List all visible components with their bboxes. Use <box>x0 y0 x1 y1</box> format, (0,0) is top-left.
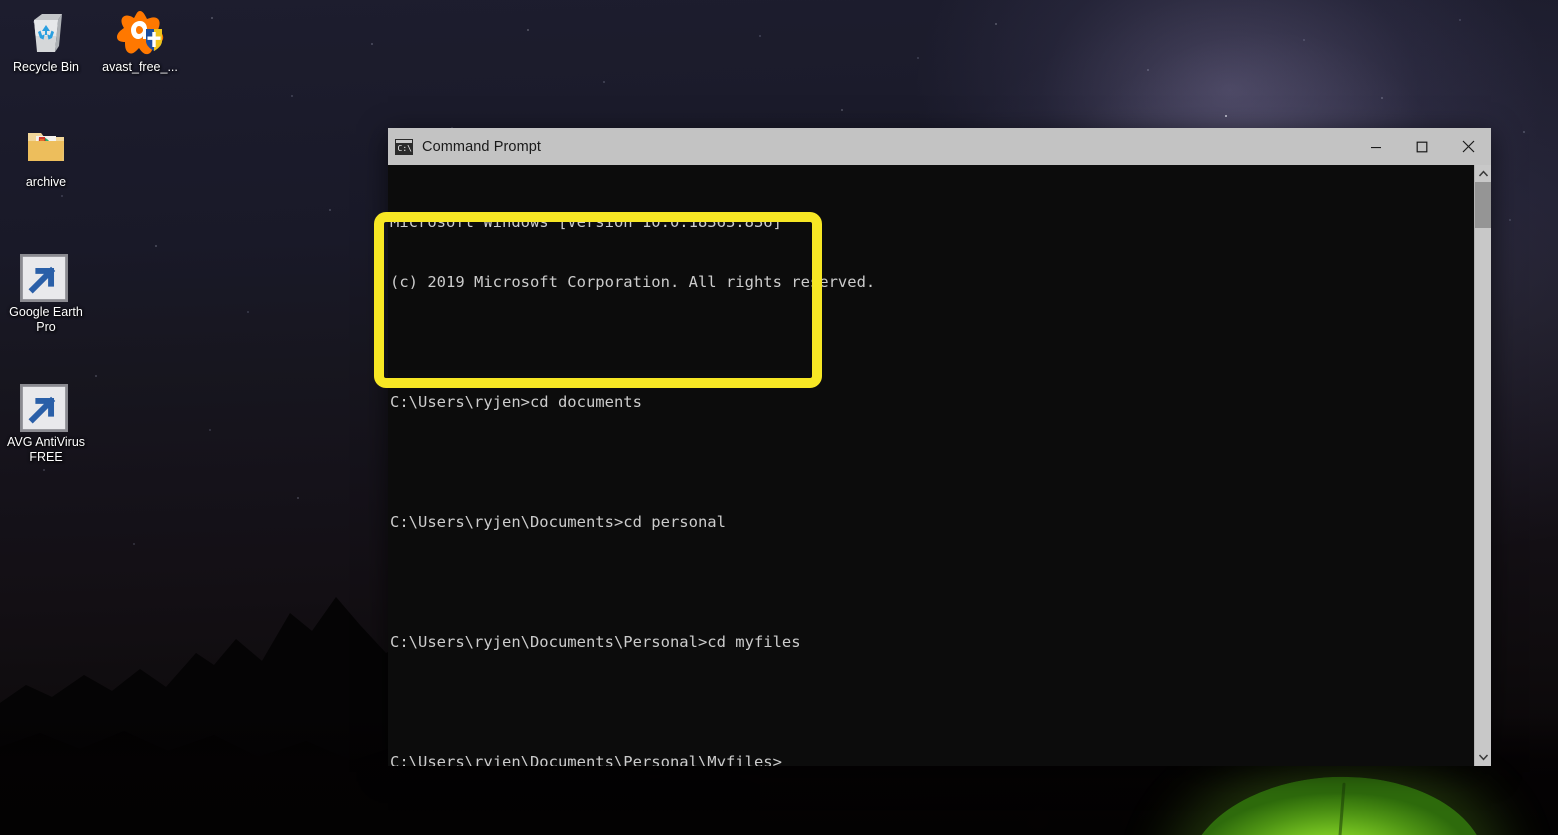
folder-archive-icon <box>22 123 70 171</box>
desktop-icon-archive[interactable]: archive <box>0 123 92 190</box>
console-line: (c) 2019 Microsoft Corporation. All righ… <box>390 273 876 291</box>
console-output[interactable]: Microsoft Windows [Version 10.0.18363.83… <box>388 165 1474 766</box>
scrollbar-up-button[interactable] <box>1475 165 1491 182</box>
desktop-icon-recycle-bin[interactable]: Recycle Bin <box>0 8 92 75</box>
svg-text:C:\: C:\ <box>398 144 413 153</box>
maximize-icon <box>1416 141 1428 152</box>
console-line-prompt: C:\Users\ryjen\Documents\Personal\Myfile… <box>390 753 782 766</box>
minimize-button[interactable] <box>1353 128 1399 165</box>
recycle-bin-icon <box>22 8 70 56</box>
desktop-icon-label: Recycle Bin <box>13 60 79 74</box>
close-button[interactable] <box>1445 128 1491 165</box>
desktop-icon-label: Google Earth Pro <box>9 305 83 334</box>
avast-icon <box>116 8 164 56</box>
desktop-icon-google-earth-pro[interactable]: Pro Google Earth Pro <box>0 253 92 335</box>
desktop-icon-label: AVG AntiVirus FREE <box>6 435 86 464</box>
window-title: Command Prompt <box>422 138 542 155</box>
google-earth-icon: Pro <box>20 253 70 302</box>
chevron-down-icon <box>1478 754 1488 761</box>
command-prompt-window[interactable]: C:\ Command Prompt Microsoft Windows [Ve… <box>388 128 1491 766</box>
scrollbar-thumb[interactable] <box>1475 182 1491 228</box>
console-line-command-2: C:\Users\ryjen\Documents>cd personal <box>390 513 726 531</box>
desktop-icon-avg-antivirus[interactable]: AVG AntiVirus FREE <box>0 383 92 465</box>
console-line-command-1: C:\Users\ryjen>cd documents <box>390 393 642 411</box>
scrollbar-down-button[interactable] <box>1475 749 1491 766</box>
window-titlebar[interactable]: C:\ Command Prompt <box>388 128 1491 165</box>
maximize-button[interactable] <box>1399 128 1445 165</box>
console-area[interactable]: Microsoft Windows [Version 10.0.18363.83… <box>388 165 1491 766</box>
desktop-icon-label: archive <box>25 175 67 189</box>
shortcut-arrow-icon <box>20 254 68 302</box>
close-icon <box>1462 140 1474 153</box>
minimize-icon <box>1371 146 1381 148</box>
console-scrollbar[interactable] <box>1474 165 1491 766</box>
scrollbar-track[interactable] <box>1475 182 1491 749</box>
desktop-icon-label: avast_free_... <box>102 60 178 74</box>
desktop[interactable]: Recycle Bin avast_free_... archive Googl… <box>0 0 1558 835</box>
console-icon: C:\ <box>395 138 413 155</box>
console-line: Microsoft Windows [Version 10.0.18363.83… <box>390 213 782 231</box>
window-controls <box>1353 128 1491 165</box>
console-line-command-3: C:\Users\ryjen\Documents\Personal>cd myf… <box>390 633 801 651</box>
desktop-icon-avast-free[interactable]: avast_free_... <box>94 8 186 75</box>
avg-icon <box>20 383 70 432</box>
chevron-up-icon <box>1478 170 1488 177</box>
shortcut-arrow-icon <box>20 384 68 432</box>
